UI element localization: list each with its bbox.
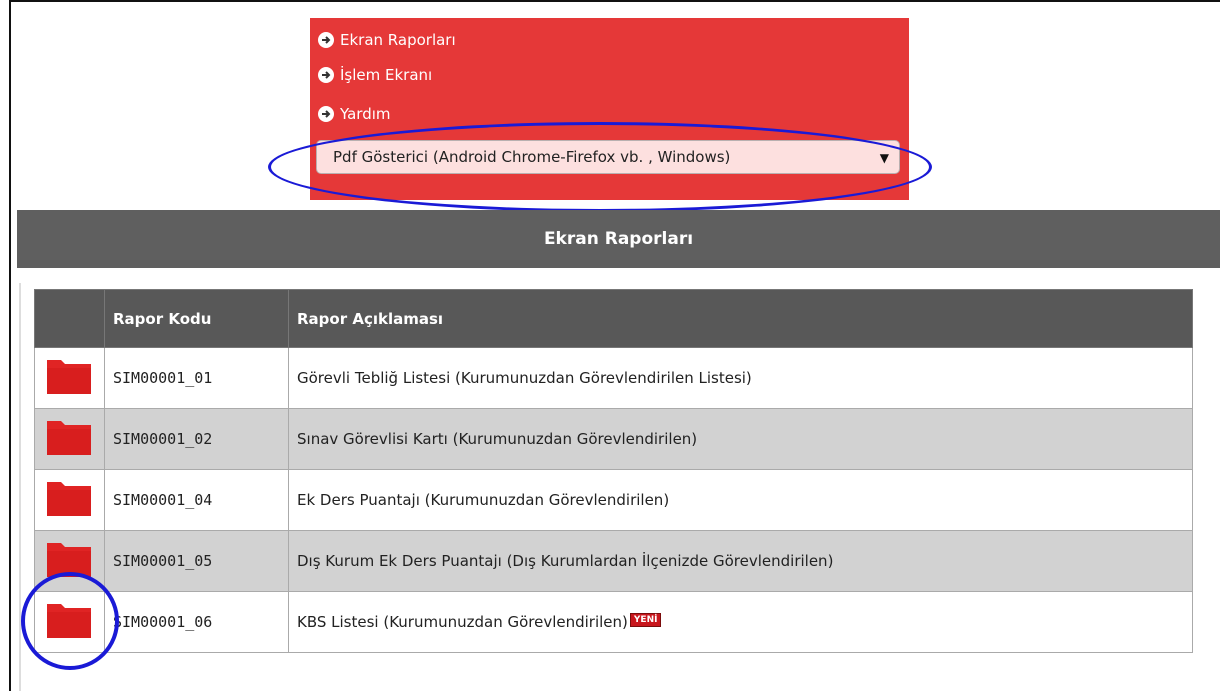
table-row[interactable]: SIM00001_02 Sınav Görevlisi Kartı (Kurum… xyxy=(34,408,1193,470)
folder-icon[interactable] xyxy=(45,539,93,579)
report-description: Ek Ders Puantajı (Kurumunuzdan Görevlend… xyxy=(288,469,1193,531)
new-badge: YENİ xyxy=(629,613,662,627)
table-container-border xyxy=(19,283,21,691)
report-description: Dış Kurum Ek Ders Puantajı (Dış Kurumlar… xyxy=(288,530,1193,592)
menu-item-ekran-raporlari[interactable]: Ekran Raporları xyxy=(318,29,456,51)
table-row[interactable]: SIM00001_01 Görevli Tebliğ Listesi (Kuru… xyxy=(34,347,1193,409)
arrow-right-icon xyxy=(318,106,334,122)
window-top-border xyxy=(9,0,1220,2)
table-row[interactable]: SIM00001_06 KBS Listesi (Kurumunuzdan Gö… xyxy=(34,591,1193,653)
report-code: SIM00001_02 xyxy=(104,408,289,470)
pdf-viewer-select[interactable]: Pdf Gösterici (Android Chrome-Firefox vb… xyxy=(316,140,900,174)
report-description-text: KBS Listesi (Kurumunuzdan Görevlendirile… xyxy=(297,613,628,631)
dropdown-caret-icon: ▼ xyxy=(879,151,889,165)
menu-item-yardim[interactable]: Yardım xyxy=(318,103,391,125)
folder-cell xyxy=(34,347,105,409)
menu-item-islem-ekrani[interactable]: İşlem Ekranı xyxy=(318,64,432,86)
folder-cell xyxy=(34,591,105,653)
folder-icon[interactable] xyxy=(45,417,93,457)
report-code: SIM00001_01 xyxy=(104,347,289,409)
report-code: SIM00001_06 xyxy=(104,591,289,653)
menu-item-label: Yardım xyxy=(340,105,391,123)
report-description: Görevli Tebliğ Listesi (Kurumunuzdan Gör… xyxy=(288,347,1193,409)
arrow-right-icon xyxy=(318,67,334,83)
reports-table: Rapor Kodu Rapor Açıklaması SIM00001_01 … xyxy=(34,289,1193,653)
menu-item-label: Ekran Raporları xyxy=(340,31,456,49)
folder-icon[interactable] xyxy=(45,478,93,518)
table-row[interactable]: SIM00001_04 Ek Ders Puantajı (Kurumunuzd… xyxy=(34,469,1193,531)
report-code: SIM00001_04 xyxy=(104,469,289,531)
report-description-header: Rapor Açıklaması xyxy=(288,289,1193,348)
table-header-row: Rapor Kodu Rapor Açıklaması xyxy=(34,289,1193,348)
report-code-header: Rapor Kodu xyxy=(104,289,289,348)
folder-cell xyxy=(34,469,105,531)
folder-icon[interactable] xyxy=(45,600,93,640)
table-row[interactable]: SIM00001_05 Dış Kurum Ek Ders Puantajı (… xyxy=(34,530,1193,592)
section-title: Ekran Raporları xyxy=(17,210,1220,268)
section-title-text: Ekran Raporları xyxy=(543,229,694,249)
menu-item-label: İşlem Ekranı xyxy=(340,66,433,84)
folder-icon[interactable] xyxy=(45,356,93,396)
report-description: Sınav Görevlisi Kartı (Kurumunuzdan Göre… xyxy=(288,408,1193,470)
window-left-border xyxy=(9,0,11,691)
folder-cell xyxy=(34,408,105,470)
arrow-right-icon xyxy=(318,32,334,48)
report-code: SIM00001_05 xyxy=(104,530,289,592)
folder-cell xyxy=(34,530,105,592)
pdf-viewer-select-value: Pdf Gösterici (Android Chrome-Firefox vb… xyxy=(333,148,731,166)
icon-column-header xyxy=(34,289,105,348)
report-description: KBS Listesi (Kurumunuzdan Görevlendirile… xyxy=(288,591,1193,653)
